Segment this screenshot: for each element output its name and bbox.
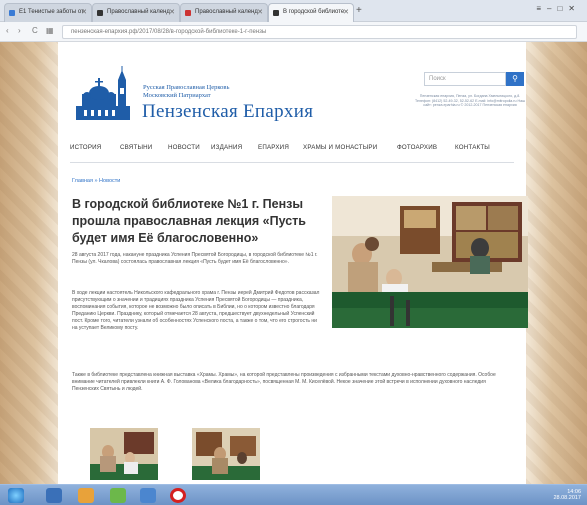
- gallery-thumbnail[interactable]: [90, 428, 158, 480]
- browser-tab-bar: E1 Тенистые заботы от ✕ Православный кал…: [0, 0, 587, 22]
- menu-item-news[interactable]: НОВОСТИ: [168, 144, 200, 151]
- grid-icon[interactable]: ▦: [46, 26, 54, 35]
- search-icon: ⚲: [512, 74, 518, 83]
- opera-icon[interactable]: [170, 488, 186, 503]
- breadcrumb[interactable]: Главная » Новости: [72, 178, 120, 184]
- favicon-icon: [273, 10, 279, 16]
- gallery-thumbnail[interactable]: [192, 428, 260, 480]
- article-paragraph: В ходе лекции настоятель Никольского каф…: [72, 290, 320, 331]
- start-button[interactable]: [8, 488, 24, 503]
- search-input[interactable]: Поиск: [424, 72, 506, 86]
- menu-item-churches[interactable]: ХРАМЫ И МОНАСТЫРИ: [303, 144, 377, 151]
- browser-tab[interactable]: Православный календ ✕: [92, 3, 180, 22]
- cathedral-logo-icon: [76, 66, 130, 120]
- main-menu: ИСТОРИЯ СВЯТЫНИ НОВОСТИ ИЗДАНИЯ ЕПАРХИЯ …: [70, 144, 526, 154]
- article-title: В городской библиотеке №1 г. Пензы прошл…: [72, 197, 306, 245]
- menu-item-eparchy[interactable]: ЕПАРХИЯ: [258, 144, 289, 151]
- window-controls[interactable]: ≡–□✕: [536, 4, 581, 13]
- site-title: Пензенская Епархия: [142, 101, 314, 122]
- taskbar-app-icon[interactable]: [140, 488, 156, 503]
- article-paragraph: Также в библиотеке представлена книжная …: [72, 372, 496, 392]
- browser-toolbar: ‹ › C ▦ пензенская-епархия.рф/2017/08/28…: [0, 22, 587, 42]
- forward-icon[interactable]: ›: [18, 26, 21, 35]
- divider: [70, 162, 514, 163]
- menu-item-shrines[interactable]: СВЯТЫНИ: [120, 144, 152, 151]
- menu-item-contacts[interactable]: КОНТАКТЫ: [455, 144, 490, 151]
- system-clock[interactable]: 14:06 28.08.2017: [553, 489, 581, 501]
- close-icon[interactable]: ✕: [257, 8, 263, 16]
- back-icon[interactable]: ‹: [6, 26, 9, 35]
- favicon-icon: [97, 10, 103, 16]
- browser-tab[interactable]: Православный календ ✕: [180, 3, 268, 22]
- browser-tab-active[interactable]: В городской библиоте ✕: [268, 3, 354, 22]
- taskbar-app-icon[interactable]: [46, 488, 62, 503]
- menu-item-history[interactable]: ИСТОРИЯ: [70, 144, 101, 151]
- browser-tab[interactable]: E1 Тенистые заботы от ✕: [4, 3, 92, 22]
- article-photo: [332, 196, 528, 328]
- close-icon[interactable]: ✕: [169, 8, 175, 16]
- reload-icon[interactable]: C: [32, 26, 38, 35]
- search-button[interactable]: ⚲: [506, 72, 524, 86]
- taskbar-app-icon[interactable]: [78, 488, 94, 503]
- close-icon[interactable]: ✕: [343, 8, 349, 16]
- menu-item-photoarchive[interactable]: ФОТОАРХИВ: [397, 144, 437, 151]
- new-tab-button[interactable]: +: [356, 5, 362, 16]
- taskbar-app-icon[interactable]: [110, 488, 126, 503]
- menu-item-publications[interactable]: ИЗДАНИЯ: [211, 144, 242, 151]
- favicon-icon: [185, 10, 191, 16]
- taskbar: 14:06 28.08.2017: [0, 484, 587, 505]
- organization-name: Русская Православная Церковь Московский …: [143, 84, 230, 99]
- contact-info: Пензенская епархия, Пенза, ул. Богдана Х…: [415, 94, 525, 108]
- site-content: Русская Православная Церковь Московский …: [58, 42, 528, 484]
- close-icon[interactable]: ✕: [81, 8, 87, 16]
- favicon-icon: [9, 10, 15, 16]
- url-text: пензенская-епархия.рф/2017/08/28/в-город…: [71, 29, 267, 35]
- address-bar[interactable]: пензенская-епархия.рф/2017/08/28/в-город…: [62, 25, 577, 39]
- article-paragraph: 28 августа 2017 года, накануне праздника…: [72, 252, 318, 265]
